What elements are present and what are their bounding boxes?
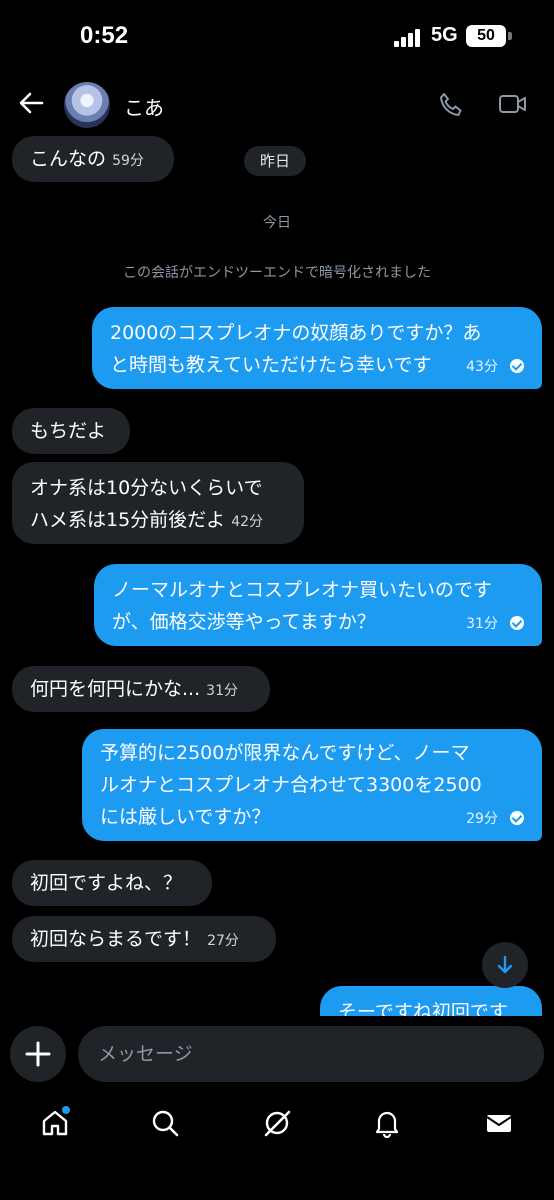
read-check-icon xyxy=(510,616,524,630)
message-input[interactable] xyxy=(78,1026,544,1082)
message-text: 初回ならまるです！ xyxy=(30,928,202,950)
message-text: 2000のコスプレオナの奴顔ありですか？あ xyxy=(110,322,482,344)
plus-icon xyxy=(25,1041,51,1067)
message-text: と時間も教えていただけたら幸いです xyxy=(110,354,432,376)
message-bubble-outgoing[interactable]: 予算的に2500が限界なんですけど、ノーマ ルオナとコスプレオナ合わせて3300… xyxy=(82,729,542,841)
message-bubble-outgoing[interactable]: ノーマルオナとコスプレオナ買いたいのです が、価格交渉等やってますか？ 31分 xyxy=(94,564,542,646)
message-time: 42分 xyxy=(231,514,264,530)
message-time: 27分 xyxy=(207,933,239,949)
date-separator-today: 今日 xyxy=(263,215,291,231)
battery-tip xyxy=(508,32,512,40)
message-time: 59分 xyxy=(112,153,144,169)
home-indicator-area xyxy=(0,1156,554,1200)
message-bubble-incoming[interactable]: こんなの 59分 xyxy=(12,136,174,182)
message-text: ノーマルオナとコスプレオナ買いたいのです xyxy=(112,579,493,601)
search-icon[interactable] xyxy=(150,1108,180,1138)
message-bubble-outgoing[interactable]: そーですね初回です xyxy=(320,986,542,1016)
network-type: 5G xyxy=(431,24,458,46)
message-bubble-incoming[interactable]: 何円を何円にかな... 31分 xyxy=(12,666,270,712)
message-text: もちだよ xyxy=(30,420,107,442)
message-text: ハメ系は15分前後だよ xyxy=(30,509,226,531)
phone-icon[interactable] xyxy=(438,92,464,118)
arrow-down-icon xyxy=(497,955,513,974)
encryption-notice: この会話がエンドツーエンドで暗号化されました xyxy=(123,265,431,281)
read-check-icon xyxy=(510,359,524,373)
message-text: が、価格交渉等やってますか？ xyxy=(112,611,376,633)
date-separator-yesterday: 昨日 xyxy=(244,146,307,176)
back-arrow-icon[interactable] xyxy=(18,90,44,116)
message-text: 予算的に2500が限界なんですけど、ノーマ xyxy=(100,742,470,764)
avatar[interactable] xyxy=(64,82,110,128)
composer xyxy=(0,1016,554,1096)
message-time: 31分 xyxy=(466,616,498,632)
message-text: ルオナとコスプレオナ合わせて3300を2500 xyxy=(100,774,482,796)
read-check-icon xyxy=(510,811,524,825)
add-attachment-button[interactable] xyxy=(10,1026,66,1082)
chat-header: こあ xyxy=(0,72,554,136)
status-bar: 0:52 5G 50 xyxy=(0,0,554,72)
notification-dot xyxy=(62,1106,70,1114)
message-time: 31分 xyxy=(206,683,238,699)
battery-icon: 50 xyxy=(466,25,506,47)
message-time: 43分 xyxy=(466,359,498,375)
video-call-icon[interactable] xyxy=(498,92,528,116)
message-text: オナ系は10分ないくらいで xyxy=(30,477,263,499)
grok-icon[interactable] xyxy=(262,1108,292,1138)
message-text: 初回ですよね、？ xyxy=(30,872,183,894)
message-bubble-incoming[interactable]: 初回ならまるです！ 27分 xyxy=(12,916,276,962)
bell-icon[interactable] xyxy=(372,1108,402,1138)
message-bubble-incoming[interactable]: 初回ですよね、？ xyxy=(12,860,212,906)
message-text: には厳しいですか？ xyxy=(100,806,271,828)
message-time: 29分 xyxy=(466,811,498,827)
message-bubble-incoming[interactable]: もちだよ xyxy=(12,408,130,454)
message-text: そーですね初回です xyxy=(338,1001,508,1016)
message-bubble-outgoing[interactable]: 2000のコスプレオナの奴顔ありですか？あ と時間も教えていただけたら幸いです … xyxy=(92,307,542,389)
message-text: こんなの xyxy=(30,148,107,170)
mail-icon[interactable] xyxy=(484,1108,514,1138)
contact-name[interactable]: こあ xyxy=(124,92,164,121)
scroll-to-bottom-button[interactable] xyxy=(482,942,528,988)
message-list[interactable]: こんなの 59分 昨日 今日 この会話がエンドツーエンドで暗号化されました 20… xyxy=(0,136,554,1016)
message-text: 何円を何円にかな... xyxy=(30,678,201,700)
status-time: 0:52 xyxy=(80,22,129,49)
bottom-nav xyxy=(0,1096,554,1156)
signal-icon xyxy=(394,29,420,47)
message-bubble-incoming[interactable]: オナ系は10分ないくらいで ハメ系は15分前後だよ 42分 xyxy=(12,462,304,544)
